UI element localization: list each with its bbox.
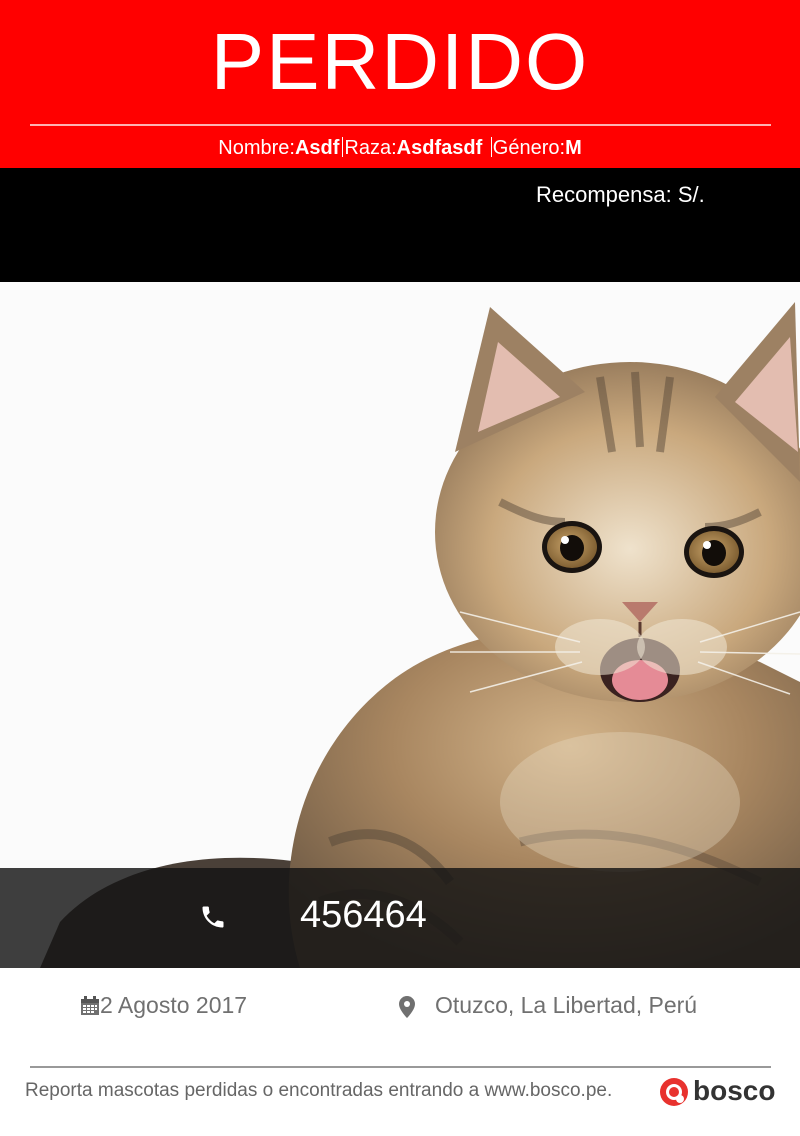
logo-text: bosco [693, 1075, 776, 1106]
reward-text: Recompensa: S/. [536, 182, 705, 207]
breed-label: Raza: [344, 137, 397, 159]
bosco-logo-icon [660, 1078, 688, 1106]
status-title: PERDIDO [210, 17, 590, 106]
kitten-photo [0, 282, 800, 968]
date-row: 2 Agosto 2017 [80, 990, 247, 1020]
breed-value: Asdfasdf [396, 137, 483, 159]
pet-photo [0, 282, 800, 968]
pet-info-row: Nombre:Asdf Raza:Asdfasdf Género:M [0, 134, 800, 162]
footer-text: Reporta mascotas perdidas o encontradas … [25, 1080, 613, 1101]
name-value: Asdf [294, 137, 340, 159]
gender-label: Género: [492, 137, 566, 159]
date-text: 2 Agosto 2017 [100, 992, 248, 1018]
name-label: Nombre: [218, 137, 295, 159]
calendar-icon [81, 996, 99, 1015]
location-text: Otuzco, La Libertad, Perú [435, 992, 698, 1018]
phone-icon [202, 906, 224, 928]
footer-divider [30, 1066, 771, 1068]
info-separator [490, 137, 492, 157]
header-divider [30, 124, 771, 126]
phone-number[interactable]: 456464 [300, 892, 427, 938]
header-banner: PERDIDO Nombre:Asdf Raza:Asdfasdf Género:… [0, 0, 800, 168]
location-pin-icon [399, 996, 415, 1018]
gender-value: M [565, 137, 582, 159]
